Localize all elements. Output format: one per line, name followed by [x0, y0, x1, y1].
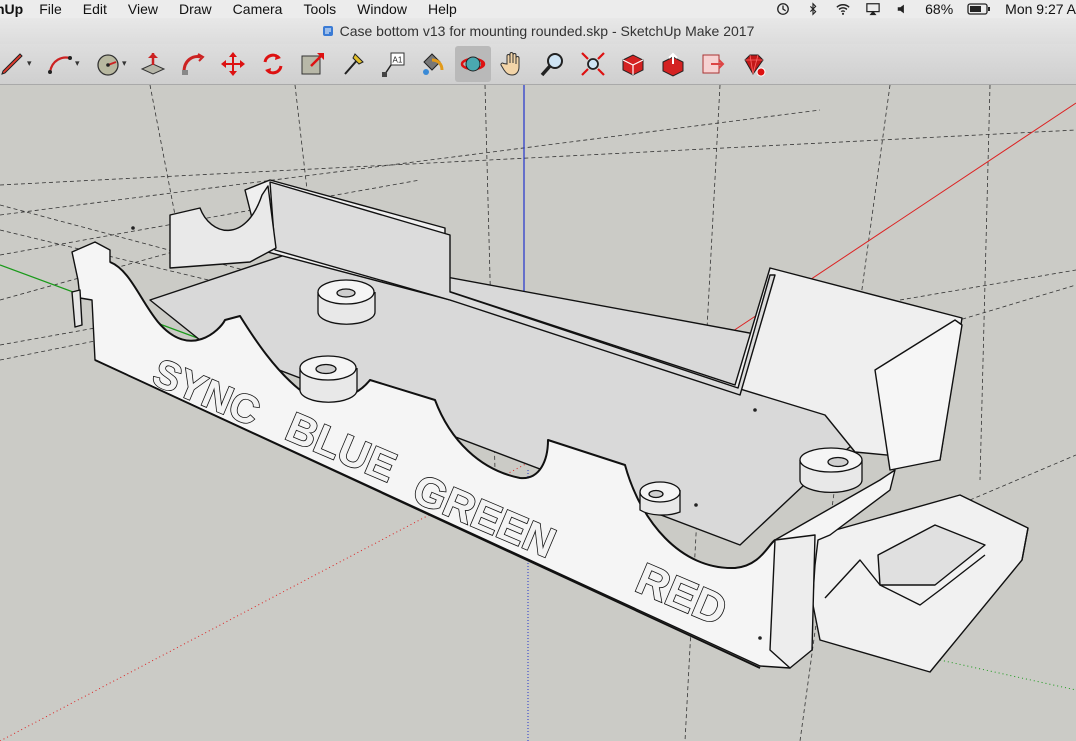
sketchup-document-icon — [322, 26, 333, 36]
status-area: 68% Mon 9:27 A — [775, 0, 1076, 18]
warehouse-tool[interactable] — [615, 46, 651, 82]
follow-me-icon — [182, 53, 205, 75]
scale-tool[interactable] — [295, 46, 331, 82]
battery-icon[interactable] — [967, 2, 991, 16]
menu-view[interactable]: View — [128, 1, 158, 17]
paint-bucket-tool[interactable] — [414, 46, 450, 82]
text-tool-glyph: A1 — [393, 56, 403, 65]
menu-window[interactable]: Window — [357, 1, 407, 17]
menu-tools[interactable]: Tools — [303, 1, 336, 17]
mac-menubar: hUp File Edit View Draw Camera Tools Win… — [0, 0, 1076, 18]
zoom-tool[interactable] — [535, 46, 571, 82]
orbit-tool[interactable] — [455, 46, 491, 82]
airplay-icon[interactable] — [865, 2, 881, 16]
send-to-layout-tool[interactable] — [695, 46, 731, 82]
text-icon: A1 — [382, 52, 405, 77]
arc-tool-dropdown-icon[interactable]: ▾ — [75, 58, 80, 69]
move-icon — [221, 52, 245, 76]
tape-measure-tool[interactable] — [335, 46, 371, 82]
rotate-tool[interactable] — [255, 46, 291, 82]
share-model-tool[interactable] — [655, 46, 691, 82]
rotate-icon — [263, 53, 283, 75]
post-2 — [299, 355, 358, 403]
push-pull-tool[interactable] — [135, 46, 171, 82]
arc-tool[interactable] — [42, 46, 78, 82]
line-tool-dropdown-icon[interactable]: ▾ — [27, 58, 32, 69]
push-pull-icon — [140, 53, 166, 75]
window-titlebar: Case bottom v13 for mounting rounded.skp… — [0, 18, 1076, 44]
orbit-icon — [460, 56, 486, 72]
case-model[interactable] — [71, 179, 1029, 673]
zoom-extents-tool[interactable] — [575, 46, 611, 82]
wifi-icon[interactable] — [835, 2, 851, 16]
warehouse-icon — [622, 54, 644, 76]
app-menu[interactable]: hUp — [0, 1, 23, 17]
viewport-canvas[interactable]: SYNC BLUE GREEN RED — [0, 85, 1076, 741]
battery-percentage: 68% — [925, 1, 954, 17]
menu-edit[interactable]: Edit — [83, 1, 107, 17]
menu-help[interactable]: Help — [428, 1, 457, 17]
tape-icon — [344, 53, 364, 75]
bluetooth-icon[interactable] — [805, 2, 821, 16]
zoom-extents-icon — [581, 52, 605, 76]
pan-tool[interactable] — [495, 46, 531, 82]
post-3 — [639, 481, 681, 516]
zoom-icon — [540, 53, 563, 77]
model-viewport[interactable]: SYNC BLUE GREEN RED — [0, 85, 1076, 741]
text-tool[interactable]: A1 — [375, 46, 411, 82]
post-4 — [799, 447, 863, 494]
menu-draw[interactable]: Draw — [179, 1, 212, 17]
left-end-wall — [169, 185, 277, 269]
volume-icon[interactable] — [895, 2, 911, 16]
menu-file[interactable]: File — [39, 1, 62, 17]
circle-icon — [97, 54, 119, 76]
circle-tool-dropdown-icon[interactable]: ▾ — [122, 58, 127, 69]
hand-icon — [500, 52, 520, 76]
window-title: Case bottom v13 for mounting rounded.skp… — [339, 23, 755, 39]
follow-me-tool[interactable] — [175, 46, 211, 82]
circle-tool[interactable] — [90, 46, 126, 82]
menu-camera[interactable]: Camera — [233, 1, 283, 17]
share-icon — [662, 52, 684, 77]
layout-icon — [702, 54, 725, 74]
clock[interactable]: Mon 9:27 A — [1005, 1, 1076, 17]
arc-icon — [48, 56, 72, 74]
time-machine-icon[interactable] — [775, 2, 791, 16]
extension-warehouse-tool[interactable] — [735, 46, 771, 82]
post-1 — [317, 279, 376, 325]
ruby-icon — [744, 54, 766, 77]
line-tool[interactable] — [0, 46, 30, 82]
pencil-icon — [1, 53, 23, 75]
main-toolbar: ▾ ▾ ▾ A1 — [0, 44, 1076, 85]
front-corner — [769, 534, 816, 669]
left-nub — [71, 289, 83, 328]
scale-icon — [301, 53, 324, 75]
paint-bucket-icon — [423, 53, 444, 75]
green-axis-negative — [939, 659, 1076, 691]
move-tool[interactable] — [215, 46, 251, 82]
